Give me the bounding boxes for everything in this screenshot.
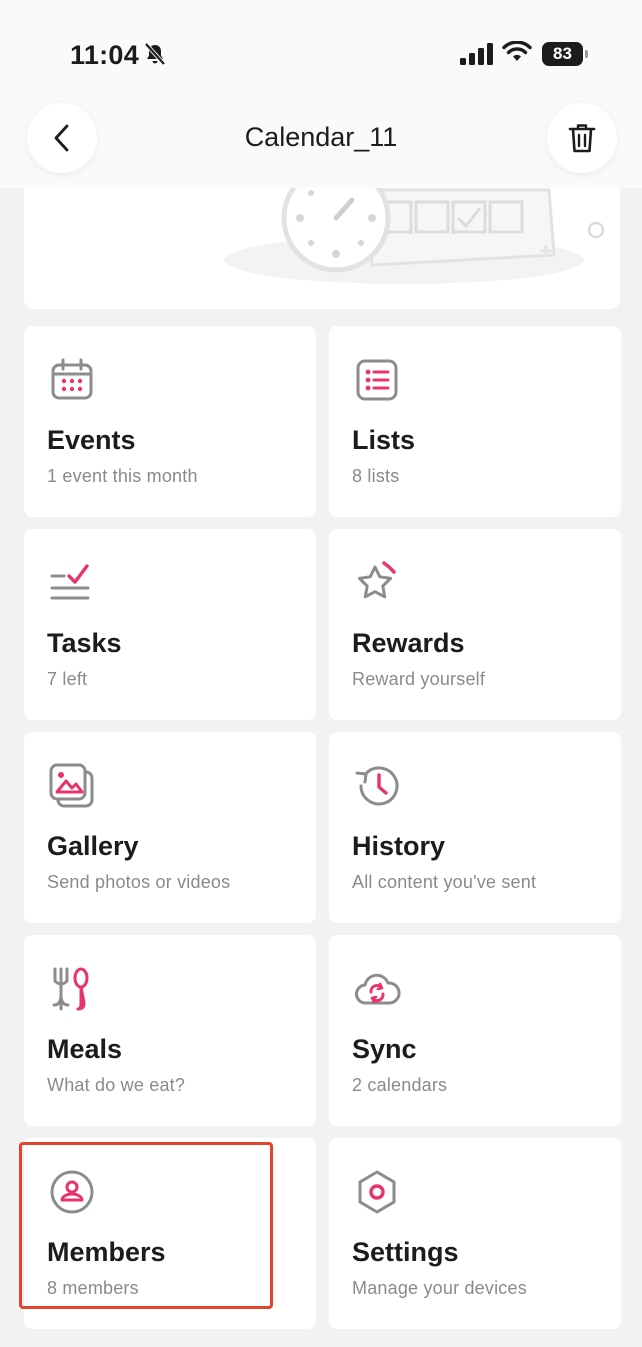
settings-icon — [358, 1170, 396, 1214]
history-icon — [355, 766, 399, 806]
delete-button[interactable] — [547, 103, 617, 173]
page-title: Calendar_11 — [244, 122, 398, 152]
tile-sync[interactable]: Sync 2 calendars — [329, 935, 621, 1126]
tile-tasks[interactable]: Tasks 7 left — [24, 529, 316, 720]
star-icon — [357, 561, 396, 599]
feature-grid: Events 1 event this month Lists 8 lists … — [24, 326, 621, 1329]
trash-icon — [568, 124, 596, 153]
tile-subtitle: What do we eat? — [47, 1075, 186, 1095]
silent-bell-icon — [142, 41, 168, 72]
wifi-icon — [502, 40, 532, 70]
tile-title: Lists — [352, 425, 416, 455]
tile-subtitle: Reward yourself — [352, 669, 486, 689]
tile-meals[interactable]: Meals What do we eat? — [24, 935, 316, 1126]
tile-members[interactable]: Members 8 members — [24, 1138, 316, 1329]
member-icon — [50, 1170, 94, 1214]
cloud-sync-icon — [355, 973, 401, 1005]
tile-lists[interactable]: Lists 8 lists — [329, 326, 621, 517]
tile-title: Rewards — [352, 628, 465, 658]
tile-subtitle: 8 lists — [352, 466, 400, 486]
tile-title: History — [352, 831, 446, 861]
tile-subtitle: Send photos or videos — [47, 872, 231, 892]
list-icon — [356, 359, 398, 401]
tile-settings[interactable]: Settings Manage your devices — [329, 1138, 621, 1329]
tile-rewards[interactable]: Rewards Reward yourself — [329, 529, 621, 720]
tile-subtitle: 8 members — [47, 1278, 139, 1298]
tile-title: Events — [47, 425, 136, 455]
tile-title: Settings — [352, 1237, 459, 1267]
navigation-bar: Calendar_11 — [0, 100, 642, 188]
cellular-signal-icon — [460, 43, 494, 70]
tile-subtitle: 1 event this month — [47, 466, 198, 486]
battery-level: 83 — [542, 42, 583, 66]
tile-history[interactable]: History All content you've sent — [329, 732, 621, 923]
meals-icon — [52, 967, 89, 1011]
tile-title: Sync — [352, 1034, 417, 1064]
tile-title: Tasks — [47, 628, 122, 658]
tile-title: Meals — [47, 1034, 123, 1064]
tile-title: Gallery — [47, 831, 139, 861]
status-time: 11:04 — [70, 40, 140, 70]
tile-subtitle: 2 calendars — [352, 1075, 448, 1095]
tile-gallery[interactable]: Gallery Send photos or videos — [24, 732, 316, 923]
tasks-icon — [50, 564, 90, 600]
battery-icon: 83 — [542, 42, 588, 66]
calendar-icon — [51, 358, 93, 400]
tile-title: Members — [47, 1237, 166, 1267]
tile-subtitle: 7 left — [47, 669, 88, 689]
tile-subtitle: Manage your devices — [352, 1278, 527, 1298]
tile-subtitle: All content you've sent — [352, 872, 537, 892]
tile-events[interactable]: Events 1 event this month — [24, 326, 316, 517]
status-bar: 11:04 83 — [0, 0, 642, 100]
gallery-icon — [49, 763, 94, 808]
